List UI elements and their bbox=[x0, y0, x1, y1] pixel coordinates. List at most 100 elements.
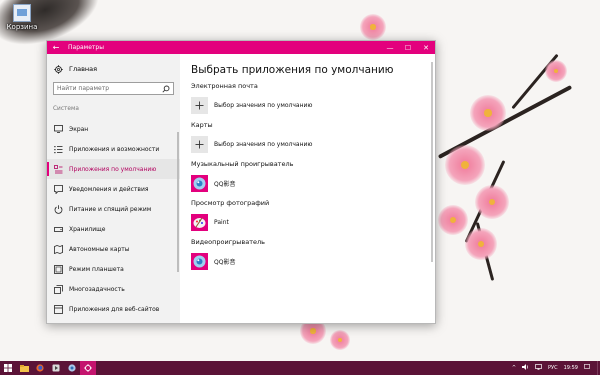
notification-icon[interactable] bbox=[584, 364, 590, 372]
folder-icon bbox=[19, 364, 29, 372]
default-apps-list: Электронная почта Выбор значения по умолч… bbox=[191, 82, 435, 272]
email-default-button[interactable]: Выбор значения по умолчанию bbox=[191, 94, 435, 116]
recycle-bin-icon bbox=[13, 4, 31, 22]
multitasking-icon bbox=[53, 284, 63, 294]
sidebar-item-label: Приложения для веб-сайтов bbox=[69, 305, 160, 313]
home-link[interactable]: Главная bbox=[47, 60, 180, 78]
app-name: Выбор значения по умолчанию bbox=[214, 140, 313, 148]
maps-default-group: Карты Выбор значения по умолчанию bbox=[191, 121, 435, 155]
minimize-button[interactable]: — bbox=[381, 41, 399, 54]
sidebar-item-storage[interactable]: Хранилище bbox=[47, 219, 180, 239]
plus-icon bbox=[191, 135, 208, 153]
group-title: Карты bbox=[191, 121, 213, 129]
close-button[interactable]: ✕ bbox=[417, 41, 435, 54]
main-scrollbar[interactable] bbox=[431, 62, 433, 262]
sidebar-item-default-apps[interactable]: Приложения по умолчанию bbox=[47, 159, 180, 179]
sidebar-item-label: Хранилище bbox=[69, 225, 106, 233]
sidebar-item-label: Приложения и возможности bbox=[69, 145, 160, 153]
video-player-default-button[interactable]: QQ影音 bbox=[191, 250, 435, 272]
group-title: Видеопроигрыватель bbox=[191, 238, 265, 246]
volume-icon[interactable] bbox=[522, 364, 529, 372]
sidebar-item-apps-for-websites[interactable]: Приложения для веб-сайтов bbox=[47, 299, 180, 319]
home-label: Главная bbox=[69, 65, 98, 73]
qq-player-button[interactable] bbox=[64, 361, 80, 375]
media-button[interactable] bbox=[48, 361, 64, 375]
group-title: Электронная почта bbox=[191, 82, 258, 90]
language-indicator[interactable]: РУС bbox=[548, 365, 558, 371]
sidebar-item-multitasking[interactable]: Многозадачность bbox=[47, 279, 180, 299]
window-title: Параметры bbox=[68, 44, 104, 51]
search-icon bbox=[162, 85, 170, 93]
clock[interactable]: 19:59 bbox=[564, 365, 578, 371]
sidebar-item-tablet-mode[interactable]: Режим планшета bbox=[47, 259, 180, 279]
qq-player-icon bbox=[191, 252, 208, 270]
wallpaper-blossom bbox=[330, 330, 350, 350]
network-icon[interactable] bbox=[535, 364, 542, 372]
title-bar[interactable]: ← Параметры — ☐ ✕ bbox=[47, 41, 435, 54]
recycle-bin-shortcut[interactable]: Корзина bbox=[4, 4, 40, 31]
music-player-default-button[interactable]: QQ影音 bbox=[191, 172, 435, 194]
settings-window: ← Параметры — ☐ ✕ Главная Найти параметр… bbox=[46, 40, 436, 324]
app-name: QQ影音 bbox=[214, 180, 236, 188]
settings-taskbar-button[interactable] bbox=[80, 361, 96, 375]
gear-icon bbox=[53, 64, 63, 74]
sidebar-item-label: Приложения по умолчанию bbox=[69, 165, 157, 173]
firefox-icon bbox=[36, 364, 44, 372]
wallpaper-blossom bbox=[360, 14, 386, 40]
sidebar-item-label: Режим планшета bbox=[69, 265, 124, 273]
start-button[interactable] bbox=[0, 361, 16, 375]
explorer-button[interactable] bbox=[16, 361, 32, 375]
group-title: Музыкальный проигрыватель bbox=[191, 160, 294, 168]
search-placeholder: Найти параметр bbox=[57, 85, 109, 92]
paint-icon bbox=[191, 213, 208, 231]
back-button[interactable]: ← bbox=[47, 41, 65, 54]
display-icon bbox=[53, 124, 63, 134]
offline-maps-icon bbox=[53, 244, 63, 254]
nav-list: Экран Приложения и возможности Приложения … bbox=[47, 119, 180, 319]
email-default-group: Электронная почта Выбор значения по умолч… bbox=[191, 82, 435, 116]
storage-icon bbox=[53, 224, 63, 234]
qq-player-icon bbox=[68, 364, 76, 372]
wallpaper-blossom bbox=[545, 60, 567, 82]
group-title: Просмотр фотографий bbox=[191, 199, 270, 207]
sidebar-item-offline-maps[interactable]: Автономные карты bbox=[47, 239, 180, 259]
power-icon bbox=[53, 204, 63, 214]
tray-chevron-icon[interactable]: ^ bbox=[512, 365, 516, 371]
sidebar-scrollbar[interactable] bbox=[177, 132, 179, 272]
sidebar-item-apps-features[interactable]: Приложения и возможности bbox=[47, 139, 180, 159]
notifications-icon bbox=[53, 184, 63, 194]
apps-for-websites-icon bbox=[53, 304, 63, 314]
sidebar-item-power-sleep[interactable]: Питание и спящий режим bbox=[47, 199, 180, 219]
sidebar-item-label: Питание и спящий режим bbox=[69, 205, 152, 213]
wallpaper-blossom bbox=[445, 145, 485, 185]
wallpaper-blossom bbox=[470, 95, 506, 131]
gear-icon bbox=[84, 364, 92, 372]
main-pane: Выбрать приложения по умолчанию Электрон… bbox=[180, 54, 435, 323]
sidebar: Главная Найти параметр Система Экран Прил… bbox=[47, 54, 180, 323]
qq-player-icon bbox=[191, 174, 208, 192]
firefox-button[interactable] bbox=[32, 361, 48, 375]
photo-viewer-default-button[interactable]: Paint bbox=[191, 211, 435, 233]
sidebar-item-notifications[interactable]: Уведомления и действия bbox=[47, 179, 180, 199]
wallpaper-blossom bbox=[438, 205, 468, 235]
media-icon bbox=[52, 364, 60, 372]
wallpaper-blossom bbox=[475, 185, 509, 219]
sidebar-item-display[interactable]: Экран bbox=[47, 119, 180, 139]
maps-default-button[interactable]: Выбор значения по умолчанию bbox=[191, 133, 435, 155]
music-player-default-group: Музыкальный проигрыватель QQ影音 bbox=[191, 160, 435, 194]
app-name: Paint bbox=[214, 218, 229, 226]
recycle-bin-label: Корзина bbox=[6, 23, 38, 31]
app-name: QQ影音 bbox=[214, 258, 236, 266]
windows-icon bbox=[4, 364, 12, 372]
app-name: Выбор значения по умолчанию bbox=[214, 101, 313, 109]
sidebar-item-label: Автономные карты bbox=[69, 245, 130, 253]
maximize-button[interactable]: ☐ bbox=[399, 41, 417, 54]
search-input[interactable]: Найти параметр bbox=[53, 82, 174, 95]
taskbar: ^ РУС 19:59 bbox=[0, 361, 600, 375]
video-player-default-group: Видеопроигрыватель QQ影音 bbox=[191, 238, 435, 272]
system-tray: ^ РУС 19:59 bbox=[509, 364, 593, 372]
default-apps-icon bbox=[53, 164, 63, 174]
sidebar-item-label: Многозадачность bbox=[69, 285, 125, 293]
page-title: Выбрать приложения по умолчанию bbox=[191, 64, 394, 76]
section-label: Система bbox=[53, 106, 79, 112]
